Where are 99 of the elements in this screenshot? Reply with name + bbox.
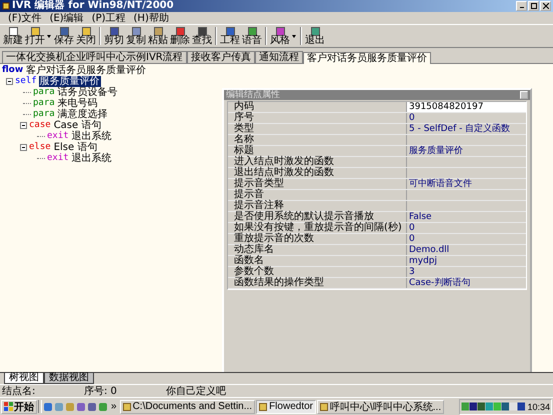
- clock: 10:34: [527, 402, 550, 412]
- toolbar-button[interactable]: 退出: [304, 26, 326, 46]
- property-name[interactable]: 名称: [228, 135, 407, 145]
- tree-item[interactable]: 退出系统: [70, 131, 113, 142]
- property-name[interactable]: 退出结点时激发的函数: [228, 168, 407, 178]
- property-name[interactable]: 提示音: [228, 190, 407, 200]
- tree-item[interactable]: 来电号码: [56, 98, 99, 109]
- property-name[interactable]: 函数名: [228, 256, 407, 266]
- tree-item[interactable]: 话务员设备号: [56, 87, 119, 98]
- property-name[interactable]: 提示音注释: [228, 201, 407, 211]
- property-name[interactable]: 重放提示音的次数: [228, 234, 407, 244]
- taskbar-button[interactable]: 呼叫中心\呼叫中心系统...: [316, 400, 444, 414]
- toolbar-button[interactable]: 剪切: [103, 26, 125, 46]
- node-type-label: para: [33, 87, 55, 98]
- toolbar-button[interactable]: 风格: [269, 26, 298, 46]
- maximize-icon: [530, 3, 536, 9]
- node-type-label: self: [15, 76, 37, 87]
- node-type-label: para: [33, 98, 55, 109]
- tab[interactable]: 接收客户传真: [186, 51, 255, 63]
- status-text: 结点名:: [1, 386, 36, 396]
- toolbar-button[interactable]: 打开: [24, 26, 53, 46]
- expander-icon[interactable]: [20, 144, 27, 151]
- property-name[interactable]: 函数结果的操作类型: [228, 278, 407, 288]
- property-name[interactable]: 进入结点时激发的函数: [228, 157, 407, 167]
- property-value[interactable]: 0: [407, 234, 526, 244]
- tree-line: [37, 136, 45, 137]
- node-type-label: exit: [47, 153, 69, 164]
- window-icon: [320, 402, 328, 410]
- property-value[interactable]: mydpj: [407, 256, 526, 266]
- property-value[interactable]: 5 - SelfDef - 自定义函数: [407, 124, 526, 134]
- tree-line: [23, 114, 31, 115]
- status-text: 序号: 0: [83, 386, 118, 396]
- window-icon: [259, 402, 268, 410]
- menu-item[interactable]: (P)工程: [92, 12, 126, 24]
- tab[interactable]: 树视图: [4, 373, 44, 384]
- toolbar-button[interactable]: 复制: [125, 26, 147, 46]
- property-name[interactable]: 类型: [228, 124, 407, 134]
- toolbar-button[interactable]: 保存: [53, 26, 75, 46]
- tree-item[interactable]: 退出系统: [70, 153, 113, 164]
- property-value[interactable]: Case-判断语句: [407, 278, 526, 288]
- node-type-label: case: [29, 120, 51, 131]
- toolbar-button[interactable]: 关闭: [75, 26, 97, 46]
- toolbar-button[interactable]: 粘贴: [147, 26, 169, 46]
- menu-item[interactable]: (H)帮助: [134, 12, 169, 24]
- tab[interactable]: 客户对话务员服务质量评价: [302, 52, 431, 64]
- node-type-label: else: [29, 142, 51, 153]
- window-icon: [122, 402, 131, 410]
- property-value[interactable]: False: [407, 212, 526, 222]
- node-type-label: para: [33, 109, 55, 120]
- menu-item[interactable]: (E)编辑: [50, 12, 84, 24]
- minimize-button[interactable]: [516, 1, 527, 11]
- property-value[interactable]: 服务质量评价: [407, 146, 526, 156]
- tree-item[interactable]: 服务质量评价: [38, 76, 101, 87]
- property-value[interactable]: 0: [407, 113, 526, 123]
- tree-line: [37, 158, 45, 159]
- close-button[interactable]: [540, 1, 551, 11]
- tree-item[interactable]: Case 语句: [52, 120, 102, 131]
- menu-item[interactable]: (F)文件: [8, 12, 42, 24]
- tree-item[interactable]: Else 语句: [52, 142, 98, 153]
- property-name[interactable]: 标题: [228, 146, 407, 156]
- maximize-button[interactable]: [528, 1, 539, 11]
- start-button[interactable]: 开始: [1, 400, 37, 414]
- windows-logo-icon: [4, 402, 13, 411]
- node-type-label: exit: [47, 131, 69, 142]
- toolbar-button[interactable]: 新建: [2, 26, 24, 46]
- property-name[interactable]: 序号: [228, 113, 407, 123]
- tree-item[interactable]: 客户对话务员服务质量评价: [25, 65, 148, 76]
- property-value[interactable]: 3: [407, 267, 526, 277]
- taskbar-button[interactable]: Flowedtor: [256, 400, 316, 414]
- close-icon: [542, 3, 548, 9]
- tree-item[interactable]: 满意度选择: [56, 109, 109, 120]
- toolbar-button[interactable]: 语音: [241, 26, 263, 46]
- property-value[interactable]: Demo.dll: [407, 245, 526, 255]
- property-value[interactable]: 3915084820197: [407, 102, 526, 112]
- property-value[interactable]: 0: [407, 223, 526, 233]
- toolbar-button[interactable]: 删除: [169, 26, 191, 46]
- expander-icon[interactable]: [6, 78, 13, 85]
- tab[interactable]: 一体化交换机企业呼叫中心示例IVR流程: [2, 51, 187, 63]
- property-name[interactable]: 参数个数: [228, 267, 407, 277]
- tab[interactable]: 通知流程: [254, 51, 303, 63]
- property-name[interactable]: 动态库名: [228, 245, 407, 255]
- tree-line: [23, 103, 31, 104]
- toolbar-button[interactable]: 查找: [191, 26, 213, 46]
- property-value[interactable]: 可中断语音文件: [407, 179, 526, 189]
- status-text: 你自己定义吧: [165, 386, 226, 396]
- expander-icon[interactable]: [20, 122, 27, 129]
- more-button[interactable]: »: [111, 400, 117, 412]
- property-name[interactable]: 如果没有按键，重放提示音的间隔(秒): [228, 223, 407, 233]
- property-name[interactable]: 是否使用系统的默认提示音播放: [228, 212, 407, 222]
- tree-line: [23, 92, 31, 93]
- taskbar-button[interactable]: C:\Documents and Settin...: [120, 400, 256, 414]
- window-icon: [2, 2, 10, 10]
- panel-title: 编辑结点属性: [226, 90, 280, 100]
- toolbar-button[interactable]: 工程: [219, 26, 241, 46]
- tab[interactable]: 数据视图: [44, 373, 94, 384]
- property-name[interactable]: 提示音类型: [228, 179, 407, 189]
- caret-icon: [47, 34, 51, 38]
- caret-icon: [292, 34, 296, 38]
- node-type-label: flow: [2, 65, 24, 76]
